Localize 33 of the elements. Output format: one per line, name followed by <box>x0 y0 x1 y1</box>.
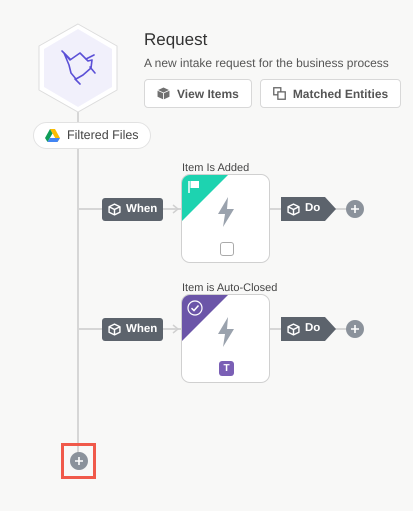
cube-icon <box>157 87 170 100</box>
plus-icon <box>74 457 82 465</box>
do-tag[interactable]: Do <box>281 197 336 221</box>
cube-icon <box>108 323 121 336</box>
cube-icon <box>287 202 300 216</box>
lightning-icon <box>217 317 235 347</box>
trigger-card[interactable]: T <box>181 294 270 383</box>
plus-icon <box>351 205 359 213</box>
do-tag[interactable]: Do <box>281 317 336 341</box>
check-circle-icon <box>187 300 203 316</box>
trigger-label: Item Is Added <box>182 161 250 176</box>
when-tag[interactable]: When <box>102 198 164 221</box>
lightning-icon <box>217 197 235 227</box>
add-step-button[interactable] <box>70 452 88 470</box>
source-pill[interactable]: Filtered Files <box>33 122 151 149</box>
cube-icon <box>287 322 300 336</box>
toolbar-button[interactable]: View Items <box>144 79 252 108</box>
checkbox[interactable] <box>220 242 234 256</box>
process-title: Request <box>144 29 208 51</box>
hexagon-node[interactable] <box>38 23 118 113</box>
add-action-button[interactable] <box>346 200 364 218</box>
trigger-card[interactable] <box>181 174 270 263</box>
drive-icon <box>45 129 60 142</box>
trigger-label: Item is Auto-Closed <box>182 281 278 296</box>
when-tag[interactable]: When <box>102 318 164 341</box>
flag-icon <box>188 180 200 194</box>
process-description: A new intake request for the business process <box>144 55 389 72</box>
letter-badge: T <box>219 361 234 376</box>
plus-icon <box>351 325 359 333</box>
add-action-button[interactable] <box>346 320 364 338</box>
overlapping-squares-icon <box>272 87 286 100</box>
toolbar-button[interactable]: Matched Entities <box>260 79 402 108</box>
cube-icon <box>108 203 121 216</box>
